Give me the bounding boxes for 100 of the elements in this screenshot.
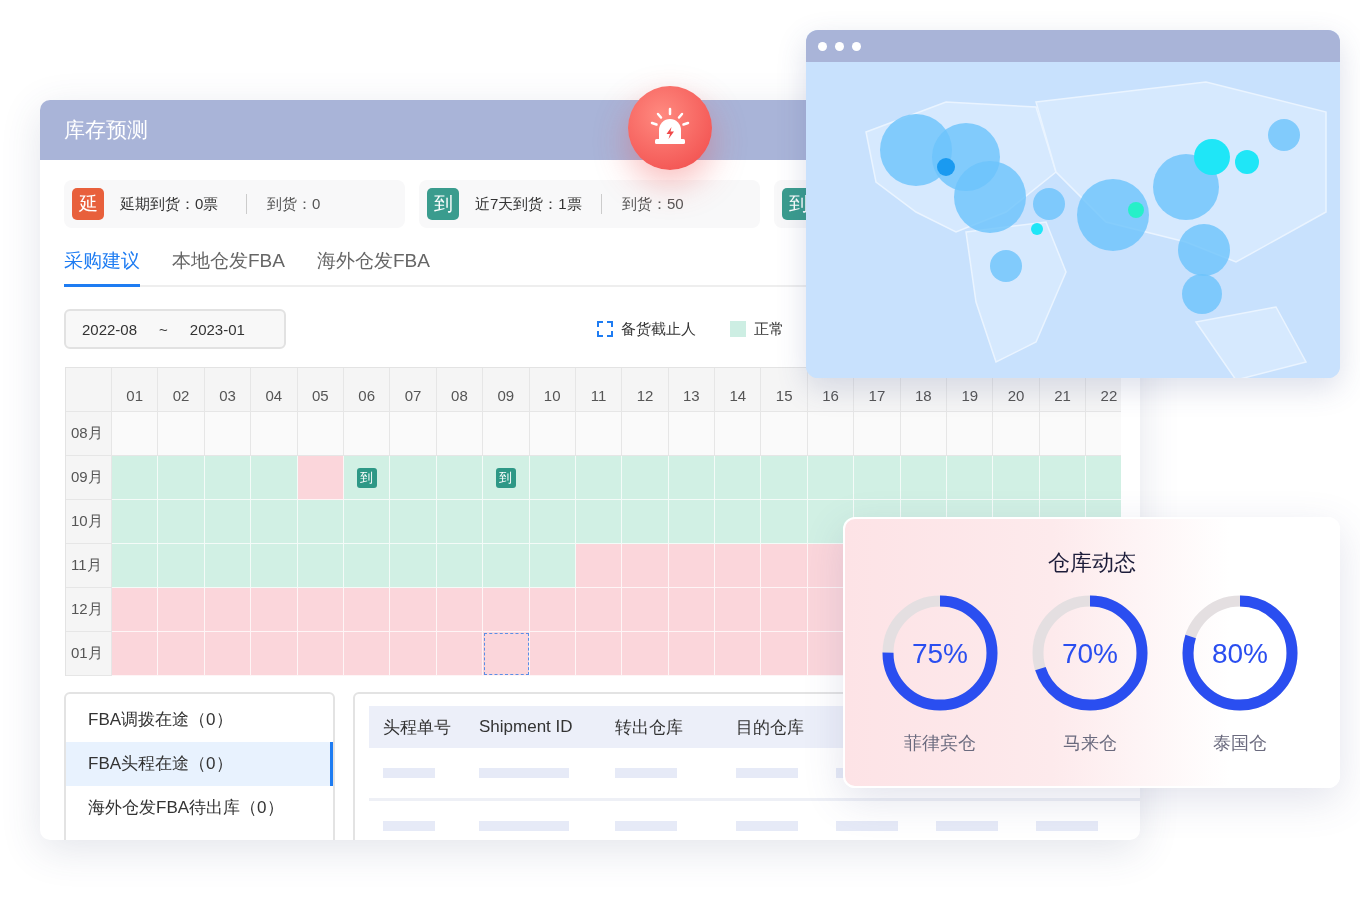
dashed-square-icon (597, 321, 613, 337)
calendar-cell (622, 412, 669, 456)
day-header: 13 (668, 368, 716, 412)
calendar-cell (807, 456, 855, 500)
calendar-cell (668, 544, 716, 588)
day-header: 10 (529, 368, 576, 412)
stat-label: 延期到货：0票 (120, 194, 220, 214)
calendar-cell (390, 500, 437, 544)
warehouse-name: 马来仓 (1063, 732, 1117, 755)
day-header: 06 (343, 368, 391, 412)
tab[interactable]: 本地仓发FBA (172, 248, 285, 287)
calendar-cell (854, 412, 901, 456)
calendar-cell (715, 544, 762, 588)
calendar-cell (900, 412, 948, 456)
tab[interactable]: 海外仓发FBA (316, 248, 430, 287)
calendar-cell (297, 588, 344, 632)
warehouse-name: 泰国仓 (1213, 732, 1267, 755)
calendar-cell (343, 632, 391, 676)
calendar-cell (204, 544, 252, 588)
calendar-cell (622, 588, 669, 632)
calendar-cell (715, 412, 762, 456)
calendar-cell (112, 456, 159, 500)
calendar-cell (715, 632, 762, 676)
list-item[interactable]: 海外仓发FBA待出库（0） (66, 786, 333, 830)
calendar-cell (715, 500, 762, 544)
calendar-cell (1086, 456, 1121, 500)
percent-value: 80% (1212, 638, 1268, 669)
day-header: 12 (622, 368, 669, 412)
window-dot[interactable] (852, 41, 861, 51)
calendar-cell (204, 588, 252, 632)
calendar-cell (483, 588, 530, 632)
column-header: Shipment ID (478, 717, 574, 737)
square-icon (730, 321, 746, 337)
list-item[interactable]: FBA调拨在途（0） (66, 698, 333, 742)
calendar-cell (204, 412, 252, 456)
card-title: 仓库动态 (1047, 550, 1136, 575)
legend-label: 备货截止人 (621, 319, 696, 339)
calendar-cell (112, 588, 159, 632)
calendar-cell (436, 632, 484, 676)
skeleton-bar (736, 768, 798, 778)
calendar-cell (947, 412, 994, 456)
stat-value: 到货：50 (622, 194, 684, 214)
calendar-cell (575, 456, 623, 500)
month-label: 09月 (66, 456, 112, 500)
calendar-cell (575, 632, 623, 676)
skeleton-bar (936, 821, 998, 831)
window-dot[interactable] (835, 41, 844, 51)
calendar-cell (575, 544, 623, 588)
tab[interactable]: 采购建议 (64, 248, 140, 287)
month-label: 08月 (66, 412, 112, 456)
calendar-cell (761, 412, 808, 456)
calendar-cell (761, 500, 808, 544)
arrival-badge: 到 (495, 467, 516, 488)
calendar-cell (158, 588, 205, 632)
percent-value: 75% (912, 638, 968, 669)
column-header: 转出仓库 (614, 716, 684, 739)
calendar-cell (668, 588, 716, 632)
calendar-cell (251, 412, 298, 456)
calendar-cell (158, 500, 205, 544)
calendar-cell (158, 412, 205, 456)
calendar-cell (112, 500, 159, 544)
skeleton-bar (736, 821, 798, 831)
calendar-cell (993, 456, 1040, 500)
calendar-cell (807, 412, 855, 456)
calendar-cell (854, 456, 901, 500)
calendar-cell (622, 500, 669, 544)
skeleton-bar (615, 821, 677, 831)
stat-value: 到货：0 (267, 194, 321, 214)
calendar-cell (622, 632, 669, 676)
list-item[interactable]: FBA头程在途（0） (66, 742, 333, 786)
date-range-field[interactable]: 2022-08 ~ 2023-01 (64, 309, 286, 349)
calendar-cell (761, 544, 808, 588)
calendar-cell (297, 500, 344, 544)
day-header: 09 (483, 368, 530, 412)
calendar-cell (158, 544, 205, 588)
calendar-cell (251, 456, 298, 500)
window-dot[interactable] (818, 41, 827, 51)
day-header: 01 (112, 368, 159, 412)
calendar-cell (204, 632, 252, 676)
calendar-cell (1086, 412, 1121, 456)
calendar-cell (251, 588, 298, 632)
percent-value: 70% (1062, 638, 1118, 669)
calendar-cell (715, 456, 762, 500)
calendar-cell (251, 500, 298, 544)
month-label: 11月 (66, 544, 112, 588)
calendar-cell (390, 588, 437, 632)
day-header: 07 (390, 368, 437, 412)
month-label: 10月 (66, 500, 112, 544)
calendar-cell (715, 588, 762, 632)
calendar-cell (297, 412, 344, 456)
month-label: 01月 (66, 632, 112, 676)
calendar-cell (529, 500, 576, 544)
calendar-cell (343, 588, 391, 632)
calendar-cell (251, 544, 298, 588)
skeleton-bar (383, 821, 435, 831)
calendar-cell (436, 412, 484, 456)
month-label: 12月 (66, 588, 112, 632)
calendar-cell (761, 456, 808, 500)
calendar-cell (297, 544, 344, 588)
calendar-cell (947, 456, 994, 500)
